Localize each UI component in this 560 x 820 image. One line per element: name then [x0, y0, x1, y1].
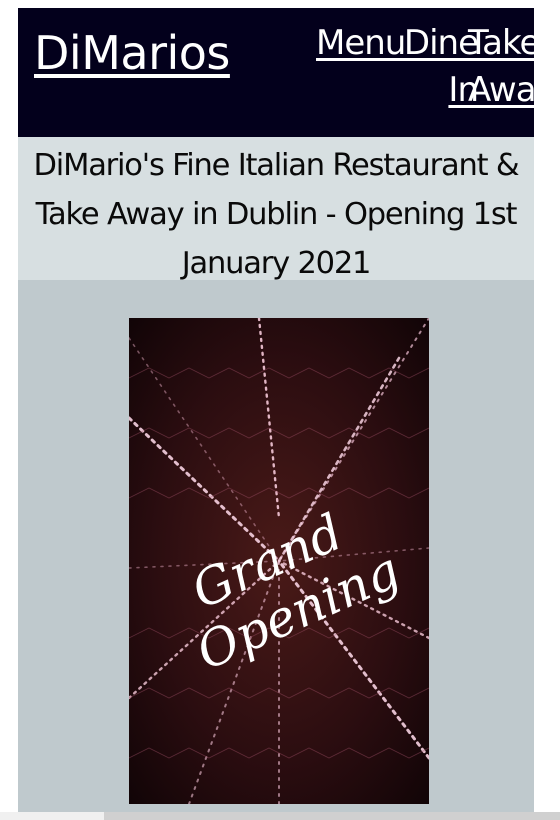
page-side-gutter	[534, 0, 560, 812]
nav-dine-in-link[interactable]: Dine In	[392, 20, 479, 114]
page-title: DiMario's Fine Italian Restaurant & Take…	[33, 148, 520, 281]
headline-banner: DiMario's Fine Italian Restaurant & Take…	[18, 137, 534, 281]
grand-opening-graphic: Grand Opening	[129, 318, 429, 804]
viewport-gutter	[0, 0, 18, 812]
horizontal-scrollbar-thumb[interactable]	[104, 812, 560, 820]
brand-link[interactable]: DiMarios	[34, 26, 230, 81]
navbar: DiMarios Menu Dine In Take Away	[18, 8, 534, 137]
nav-take-away-link[interactable]: Take Away	[468, 20, 534, 114]
grand-opening-image: Grand Opening	[129, 318, 429, 804]
